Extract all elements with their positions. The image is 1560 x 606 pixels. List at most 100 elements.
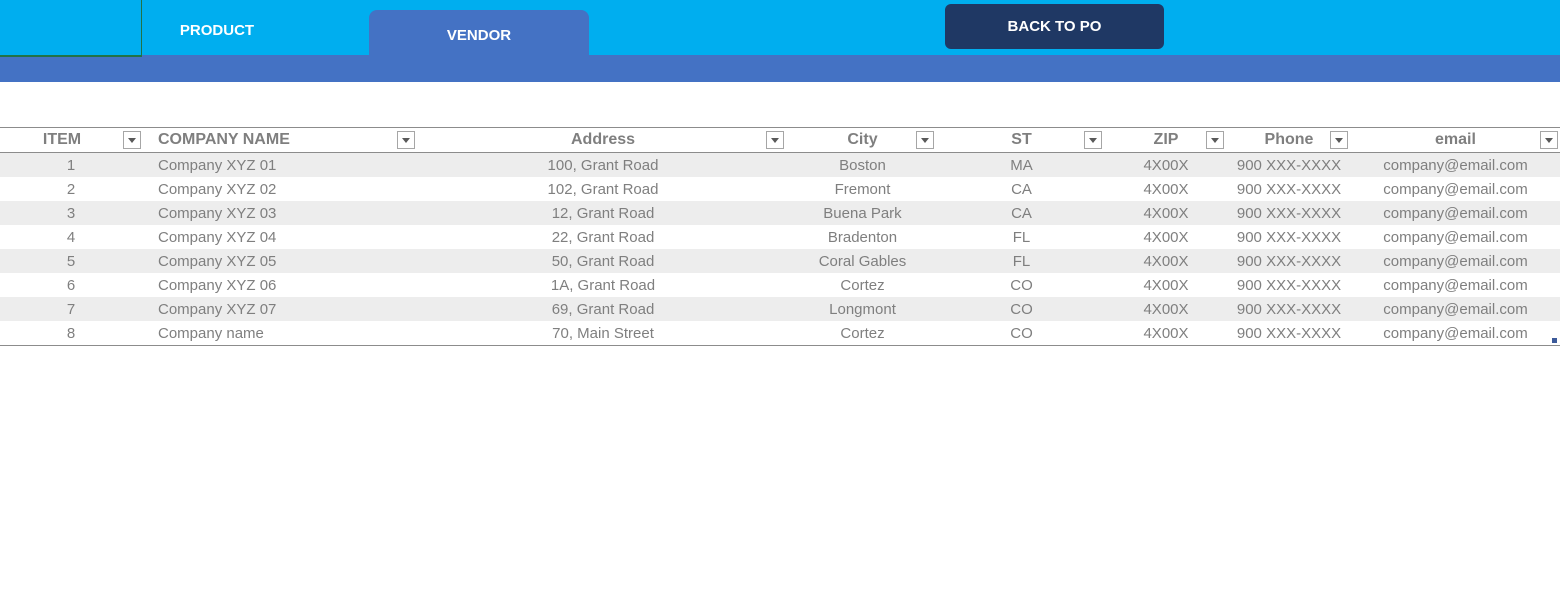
cell-item[interactable]: 6 <box>0 273 142 297</box>
cell-email[interactable]: company@email.com <box>1351 249 1560 273</box>
cell-st[interactable]: CA <box>938 177 1105 201</box>
header-st: ST <box>938 127 1105 153</box>
cell-phone[interactable]: 900 XXX-XXXX <box>1227 177 1351 201</box>
cell-phone[interactable]: 900 XXX-XXXX <box>1227 273 1351 297</box>
cell-zip[interactable]: 4X00X <box>1105 225 1227 249</box>
table-row: 1 Company XYZ 01 100, Grant Road Boston … <box>0 152 1560 177</box>
cell-zip[interactable]: 4X00X <box>1105 273 1227 297</box>
table-row: 4 Company XYZ 04 22, Grant Road Bradento… <box>0 225 1560 249</box>
cell-phone[interactable]: 900 XXX-XXXX <box>1227 152 1351 177</box>
cell-st[interactable]: CA <box>938 201 1105 225</box>
header-label: email <box>1435 131 1476 148</box>
cell-item[interactable]: 5 <box>0 249 142 273</box>
header-label: ST <box>1011 131 1032 148</box>
table-row: 7 Company XYZ 07 69, Grant Road Longmont… <box>0 297 1560 321</box>
cell-city[interactable]: Boston <box>787 152 938 177</box>
table-row: 2 Company XYZ 02 102, Grant Road Fremont… <box>0 177 1560 201</box>
filter-dropdown-icon[interactable] <box>916 131 934 149</box>
header-company-name: COMPANY NAME <box>142 127 419 153</box>
cell-item[interactable]: 2 <box>0 177 142 201</box>
cell-city[interactable]: Fremont <box>787 177 938 201</box>
table-row: 6 Company XYZ 06 1A, Grant Road Cortez C… <box>0 273 1560 297</box>
header-address: Address <box>419 127 787 153</box>
header-item: ITEM <box>0 127 142 153</box>
header-band <box>0 55 1560 82</box>
back-to-po-button[interactable]: BACK TO PO <box>945 4 1164 49</box>
cell-zip[interactable]: 4X00X <box>1105 152 1227 177</box>
cell-company-name[interactable]: Company XYZ 05 <box>142 249 419 273</box>
cell-phone[interactable]: 900 XXX-XXXX <box>1227 297 1351 321</box>
cell-company-name[interactable]: Company XYZ 02 <box>142 177 419 201</box>
cell-item[interactable]: 7 <box>0 297 142 321</box>
cell-item[interactable]: 8 <box>0 321 142 346</box>
cell-st[interactable]: CO <box>938 297 1105 321</box>
cell-st[interactable]: CO <box>938 321 1105 346</box>
cell-city[interactable]: Cortez <box>787 321 938 346</box>
filter-dropdown-icon[interactable] <box>1084 131 1102 149</box>
cell-email[interactable]: company@email.com <box>1351 201 1560 225</box>
table-row: 3 Company XYZ 03 12, Grant Road Buena Pa… <box>0 201 1560 225</box>
cell-company-name[interactable]: Company XYZ 04 <box>142 225 419 249</box>
tab-vendor[interactable]: VENDOR <box>369 10 589 55</box>
cell-company-name[interactable]: Company XYZ 07 <box>142 297 419 321</box>
cell-st[interactable]: FL <box>938 249 1105 273</box>
filter-dropdown-icon[interactable] <box>123 131 141 149</box>
vendor-table: ITEM COMPANY NAME Address City ST ZIP Ph… <box>0 127 1560 346</box>
cell-phone[interactable]: 900 XXX-XXXX <box>1227 249 1351 273</box>
cell-phone[interactable]: 900 XXX-XXXX <box>1227 201 1351 225</box>
cell-address[interactable]: 1A, Grant Road <box>419 273 787 297</box>
cell-city[interactable]: Coral Gables <box>787 249 938 273</box>
cell-address[interactable]: 12, Grant Road <box>419 201 787 225</box>
filter-dropdown-icon[interactable] <box>397 131 415 149</box>
filter-dropdown-icon[interactable] <box>766 131 784 149</box>
tab-product[interactable]: PRODUCT <box>142 12 292 48</box>
cell-email[interactable]: company@email.com <box>1351 177 1560 201</box>
header-label: COMPANY NAME <box>158 131 290 148</box>
cell-address[interactable]: 100, Grant Road <box>419 152 787 177</box>
table-row: 5 Company XYZ 05 50, Grant Road Coral Ga… <box>0 249 1560 273</box>
cell-address[interactable]: 70, Main Street <box>419 321 787 346</box>
cell-email[interactable]: company@email.com <box>1351 273 1560 297</box>
cell-city[interactable]: Longmont <box>787 297 938 321</box>
cell-address[interactable]: 69, Grant Road <box>419 297 787 321</box>
cell-zip[interactable]: 4X00X <box>1105 177 1227 201</box>
cell-city[interactable]: Cortez <box>787 273 938 297</box>
cell-company-name[interactable]: Company XYZ 03 <box>142 201 419 225</box>
cell-st[interactable]: CO <box>938 273 1105 297</box>
cell-company-name[interactable]: Company name <box>142 321 419 346</box>
cell-zip[interactable]: 4X00X <box>1105 201 1227 225</box>
cell-address[interactable]: 102, Grant Road <box>419 177 787 201</box>
header-label: ITEM <box>42 131 82 148</box>
cell-company-name[interactable]: Company XYZ 06 <box>142 273 419 297</box>
table-header-row: ITEM COMPANY NAME Address City ST ZIP Ph… <box>0 127 1560 153</box>
cell-address[interactable]: 22, Grant Road <box>419 225 787 249</box>
header-email: email <box>1351 127 1560 153</box>
cell-address[interactable]: 50, Grant Road <box>419 249 787 273</box>
header-city: City <box>787 127 938 153</box>
cell-email[interactable]: company@email.com <box>1351 225 1560 249</box>
cell-phone[interactable]: 900 XXX-XXXX <box>1227 225 1351 249</box>
table-row: 8 Company name 70, Main Street Cortez CO… <box>0 321 1560 346</box>
cell-zip[interactable]: 4X00X <box>1105 249 1227 273</box>
cell-item[interactable]: 4 <box>0 225 142 249</box>
cell-zip[interactable]: 4X00X <box>1105 297 1227 321</box>
cell-phone[interactable]: 900 XXX-XXXX <box>1227 321 1351 346</box>
header-label: Address <box>570 131 636 148</box>
header-phone: Phone <box>1227 127 1351 153</box>
cell-email[interactable]: company@email.com <box>1351 321 1560 346</box>
cell-city[interactable]: Bradenton <box>787 225 938 249</box>
cell-st[interactable]: MA <box>938 152 1105 177</box>
header-zip: ZIP <box>1105 127 1227 153</box>
cell-city[interactable]: Buena Park <box>787 201 938 225</box>
filter-dropdown-icon[interactable] <box>1206 131 1224 149</box>
filter-dropdown-icon[interactable] <box>1540 131 1558 149</box>
cell-email[interactable]: company@email.com <box>1351 152 1560 177</box>
cell-item[interactable]: 1 <box>0 152 142 177</box>
table-resize-handle[interactable] <box>1552 338 1557 343</box>
cell-company-name[interactable]: Company XYZ 01 <box>142 152 419 177</box>
cell-st[interactable]: FL <box>938 225 1105 249</box>
filter-dropdown-icon[interactable] <box>1330 131 1348 149</box>
cell-email[interactable]: company@email.com <box>1351 297 1560 321</box>
cell-zip[interactable]: 4X00X <box>1105 321 1227 346</box>
cell-item[interactable]: 3 <box>0 201 142 225</box>
